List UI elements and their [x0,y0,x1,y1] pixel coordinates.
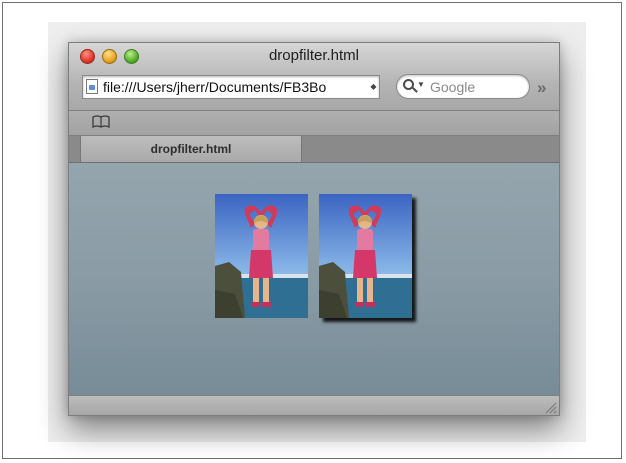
page-content [69,163,559,395]
search-icon[interactable] [403,79,414,90]
title-bar[interactable]: dropfilter.html file:///Users/jherr/Docu… [69,43,559,111]
address-dropdown-icon[interactable]: ◆ [369,77,378,97]
open-book-icon[interactable] [91,114,111,130]
address-bar[interactable]: file:///Users/jherr/Documents/FB3Bo ◆ [82,75,380,99]
photo-with-drop-shadow [319,194,412,318]
address-text[interactable]: file:///Users/jherr/Documents/FB3Bo [103,79,363,95]
search-placeholder: Google [430,79,476,95]
file-icon [86,79,98,94]
browser-window: dropfilter.html file:///Users/jherr/Docu… [68,42,560,416]
tab-dropfilter[interactable]: dropfilter.html [80,136,302,162]
window-title: dropfilter.html [268,47,360,64]
status-bar [69,395,559,415]
bookmarks-bar [69,111,559,136]
photo-plain [215,194,308,318]
resize-grip-icon[interactable] [544,401,557,414]
search-input[interactable]: ▼ Google [396,74,530,99]
chevron-down-icon[interactable]: ▼ [417,80,425,89]
tab-label: dropfilter.html [150,142,232,156]
chevron-double-right-icon[interactable]: » [537,78,546,98]
tab-strip: dropfilter.html [69,136,559,163]
